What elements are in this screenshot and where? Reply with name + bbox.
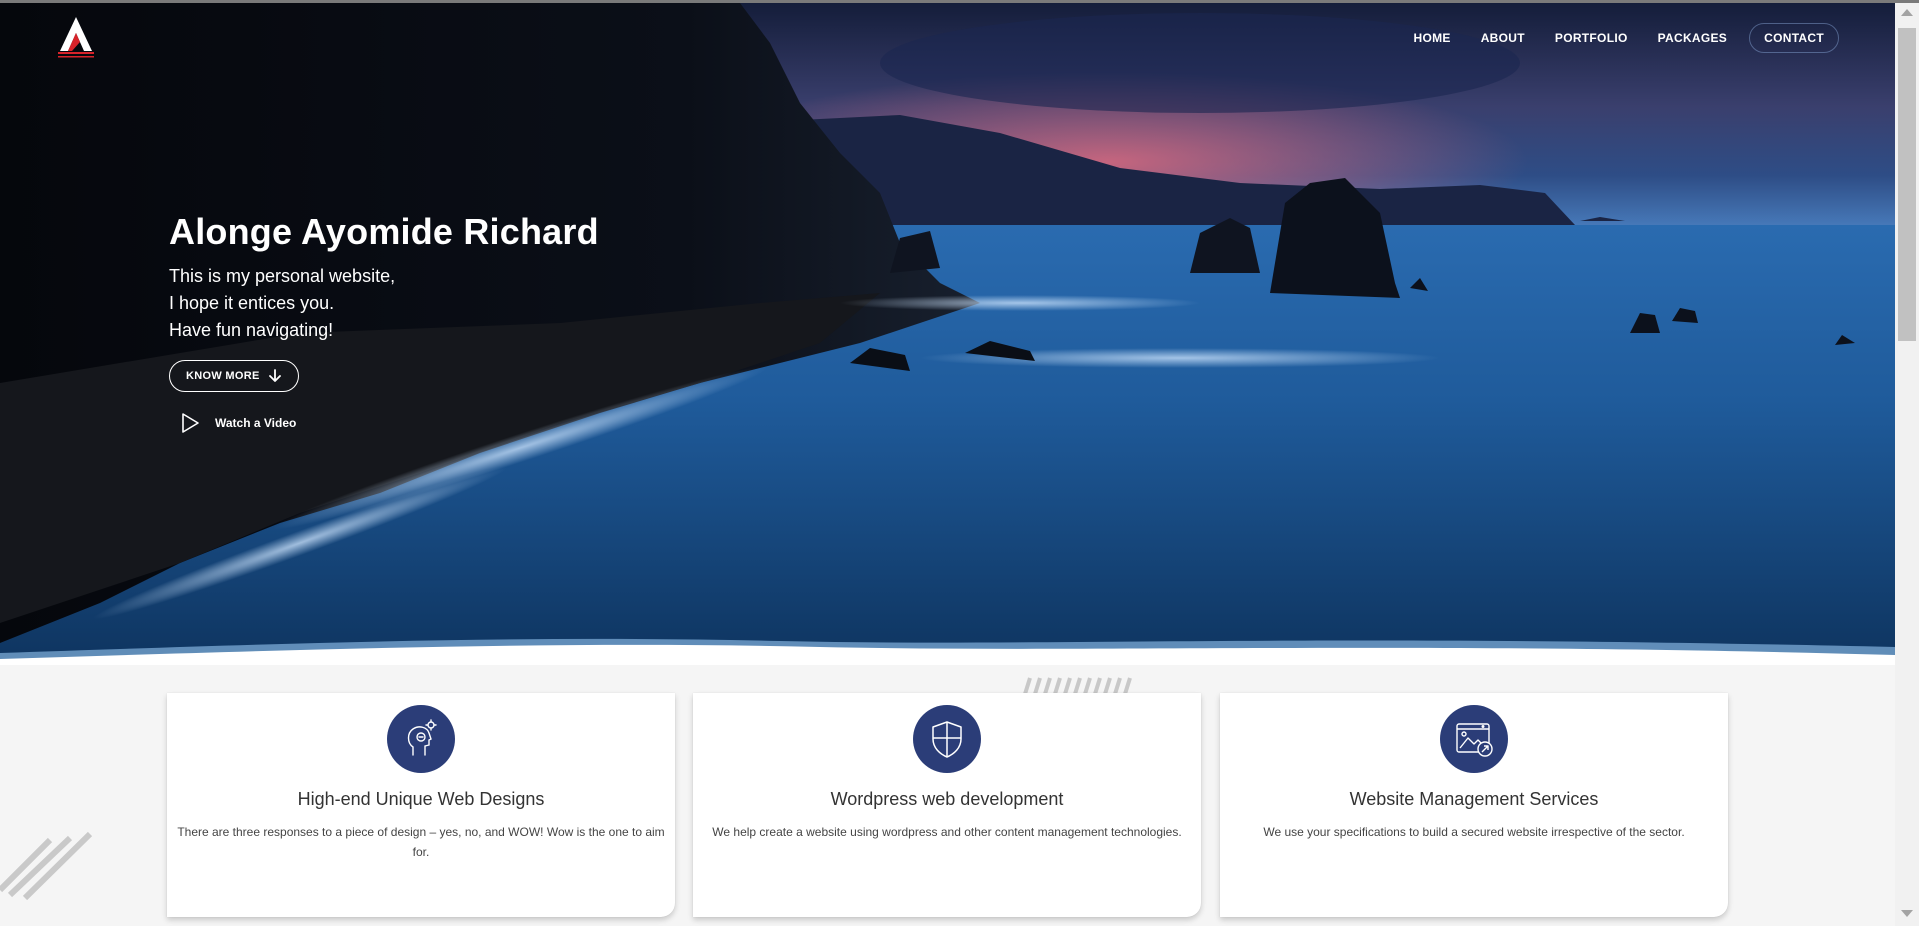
hero-content: Alonge Ayomide Richard This is my person… xyxy=(169,211,599,434)
know-more-label: KNOW MORE xyxy=(186,370,260,382)
watch-video-link[interactable]: Watch a Video xyxy=(169,412,599,434)
hero-title: Alonge Ayomide Richard xyxy=(169,211,599,252)
hero-line: This is my personal website, xyxy=(169,266,396,286)
decorative-stripes-left xyxy=(0,831,93,900)
service-card: Wordpress web development We help create… xyxy=(693,693,1201,917)
service-description: We use your specifications to build a se… xyxy=(1263,825,1685,839)
hero-section: HOME ABOUT PORTFOLIO PACKAGES CONTACT Al… xyxy=(0,3,1895,665)
nav-contact-button[interactable]: CONTACT xyxy=(1749,23,1839,53)
play-icon xyxy=(182,413,199,433)
arrow-down-icon xyxy=(268,369,281,382)
main-nav: HOME ABOUT PORTFOLIO PACKAGES CONTACT xyxy=(1402,23,1839,53)
service-icon-badge xyxy=(913,705,981,773)
hero-line: Have fun navigating! xyxy=(169,320,334,340)
scroll-down-arrow[interactable] xyxy=(1901,910,1913,917)
watch-video-label: Watch a Video xyxy=(215,416,297,430)
service-title: Wordpress web development xyxy=(830,789,1064,809)
browser-image-icon xyxy=(1456,723,1493,757)
nav-home[interactable]: HOME xyxy=(1402,24,1463,52)
service-title: High-end Unique Web Designs xyxy=(297,789,545,809)
service-description: We help create a website using wordpress… xyxy=(712,825,1182,839)
service-description: There are three responses to a piece of … xyxy=(177,825,665,859)
nav-portfolio[interactable]: PORTFOLIO xyxy=(1543,24,1640,52)
service-title: Website Management Services xyxy=(1349,789,1599,809)
service-card: Website Management Services We use your … xyxy=(1220,693,1728,917)
service-icon-badge xyxy=(387,705,455,773)
head-gears-icon xyxy=(407,719,437,756)
window-top-border xyxy=(0,0,1919,3)
know-more-button[interactable]: KNOW MORE xyxy=(169,360,299,392)
shield-icon xyxy=(932,721,962,758)
service-card: High-end Unique Web Designs There are th… xyxy=(167,693,675,917)
service-icon-badge xyxy=(1440,705,1508,773)
hero-wave-divider xyxy=(0,638,1895,665)
nav-packages[interactable]: PACKAGES xyxy=(1646,24,1740,52)
scrollbar-thumb[interactable] xyxy=(1898,28,1916,341)
site-logo[interactable] xyxy=(56,15,96,59)
nav-about[interactable]: ABOUT xyxy=(1469,24,1537,52)
hero-line: I hope it entices you. xyxy=(169,293,335,313)
scroll-up-arrow[interactable] xyxy=(1901,9,1913,16)
hero-subtitle: This is my personal website, I hope it e… xyxy=(169,263,599,344)
